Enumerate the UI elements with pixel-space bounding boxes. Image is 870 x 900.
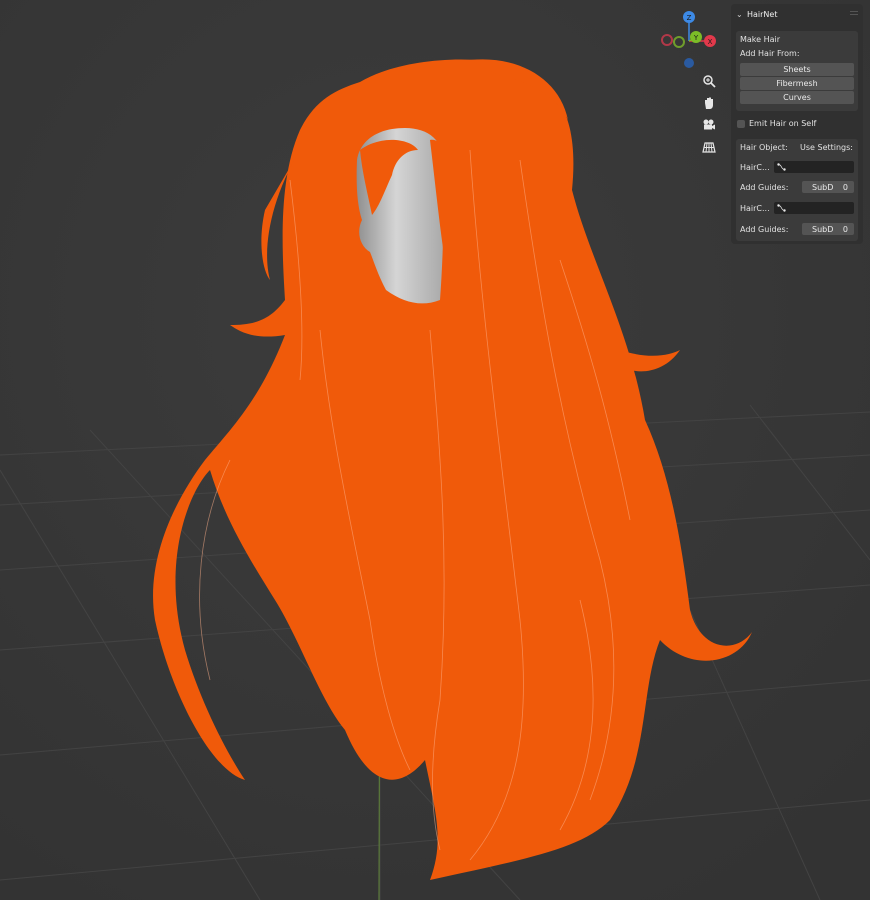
gizmo-neg-z[interactable]: [684, 58, 694, 68]
sheets-button[interactable]: Sheets: [740, 63, 854, 76]
zoom-icon: [703, 75, 716, 88]
pan-button[interactable]: [698, 92, 720, 114]
curve-icon: [777, 163, 786, 171]
chevron-down-icon[interactable]: ⌄: [736, 10, 744, 19]
zoom-button[interactable]: [698, 70, 720, 92]
hair-collection-field[interactable]: [774, 161, 854, 173]
subd-value: 0: [842, 224, 848, 234]
hair-object-label: Hair Object:: [740, 143, 788, 152]
subd-label: SubD: [812, 182, 834, 192]
emit-hair-checkbox[interactable]: [737, 120, 745, 128]
make-hair-label: Make Hair: [740, 35, 781, 44]
subd-value: 0: [842, 182, 848, 192]
add-guides-label: Add Guides:: [740, 225, 789, 234]
drag-handle-icon[interactable]: [850, 11, 858, 17]
use-settings-label: Use Settings:: [800, 143, 853, 152]
emit-hair-label: Emit Hair on Self: [749, 119, 817, 128]
pan-hand-icon: [705, 97, 713, 109]
hair-collection-field[interactable]: [774, 202, 854, 214]
make-hair-box: Make Hair Add Hair From: Sheets Fibermes…: [736, 31, 858, 111]
gizmo-x-label: X: [708, 38, 713, 46]
gizmo-z-label: Z: [687, 14, 692, 22]
panel-title: HairNet: [747, 9, 778, 19]
gizmo-neg-x[interactable]: [661, 34, 673, 46]
hair-object-box: Hair Object: Use Settings: HairC... Add …: [736, 139, 858, 241]
add-guides-label: Add Guides:: [740, 183, 789, 192]
camera-icon: [703, 119, 715, 130]
subd-label: SubD: [812, 224, 834, 234]
add-hair-from-label: Add Hair From:: [740, 49, 800, 58]
fibermesh-button[interactable]: Fibermesh: [740, 77, 854, 90]
camera-view-button[interactable]: [698, 114, 720, 136]
gizmo-neg-y[interactable]: [673, 36, 685, 48]
curve-icon: [777, 204, 786, 212]
curves-button[interactable]: Curves: [740, 91, 854, 104]
hair-collection-label: HairC...: [740, 204, 770, 213]
subd-field[interactable]: SubD 0: [802, 223, 854, 235]
panel-header[interactable]: ⌄ HairNet: [731, 4, 863, 24]
hair-collection-label: HairC...: [740, 163, 770, 172]
gizmo-y-label: Y: [693, 34, 699, 42]
hairnet-panel: ⌄ HairNet Make Hair Add Hair From: Sheet…: [731, 4, 863, 244]
subd-field[interactable]: SubD 0: [802, 181, 854, 193]
navigation-gizmo[interactable]: Y Z X: [655, 5, 725, 75]
ortho-toggle-button[interactable]: [698, 136, 720, 158]
grid-icon: [702, 142, 716, 153]
